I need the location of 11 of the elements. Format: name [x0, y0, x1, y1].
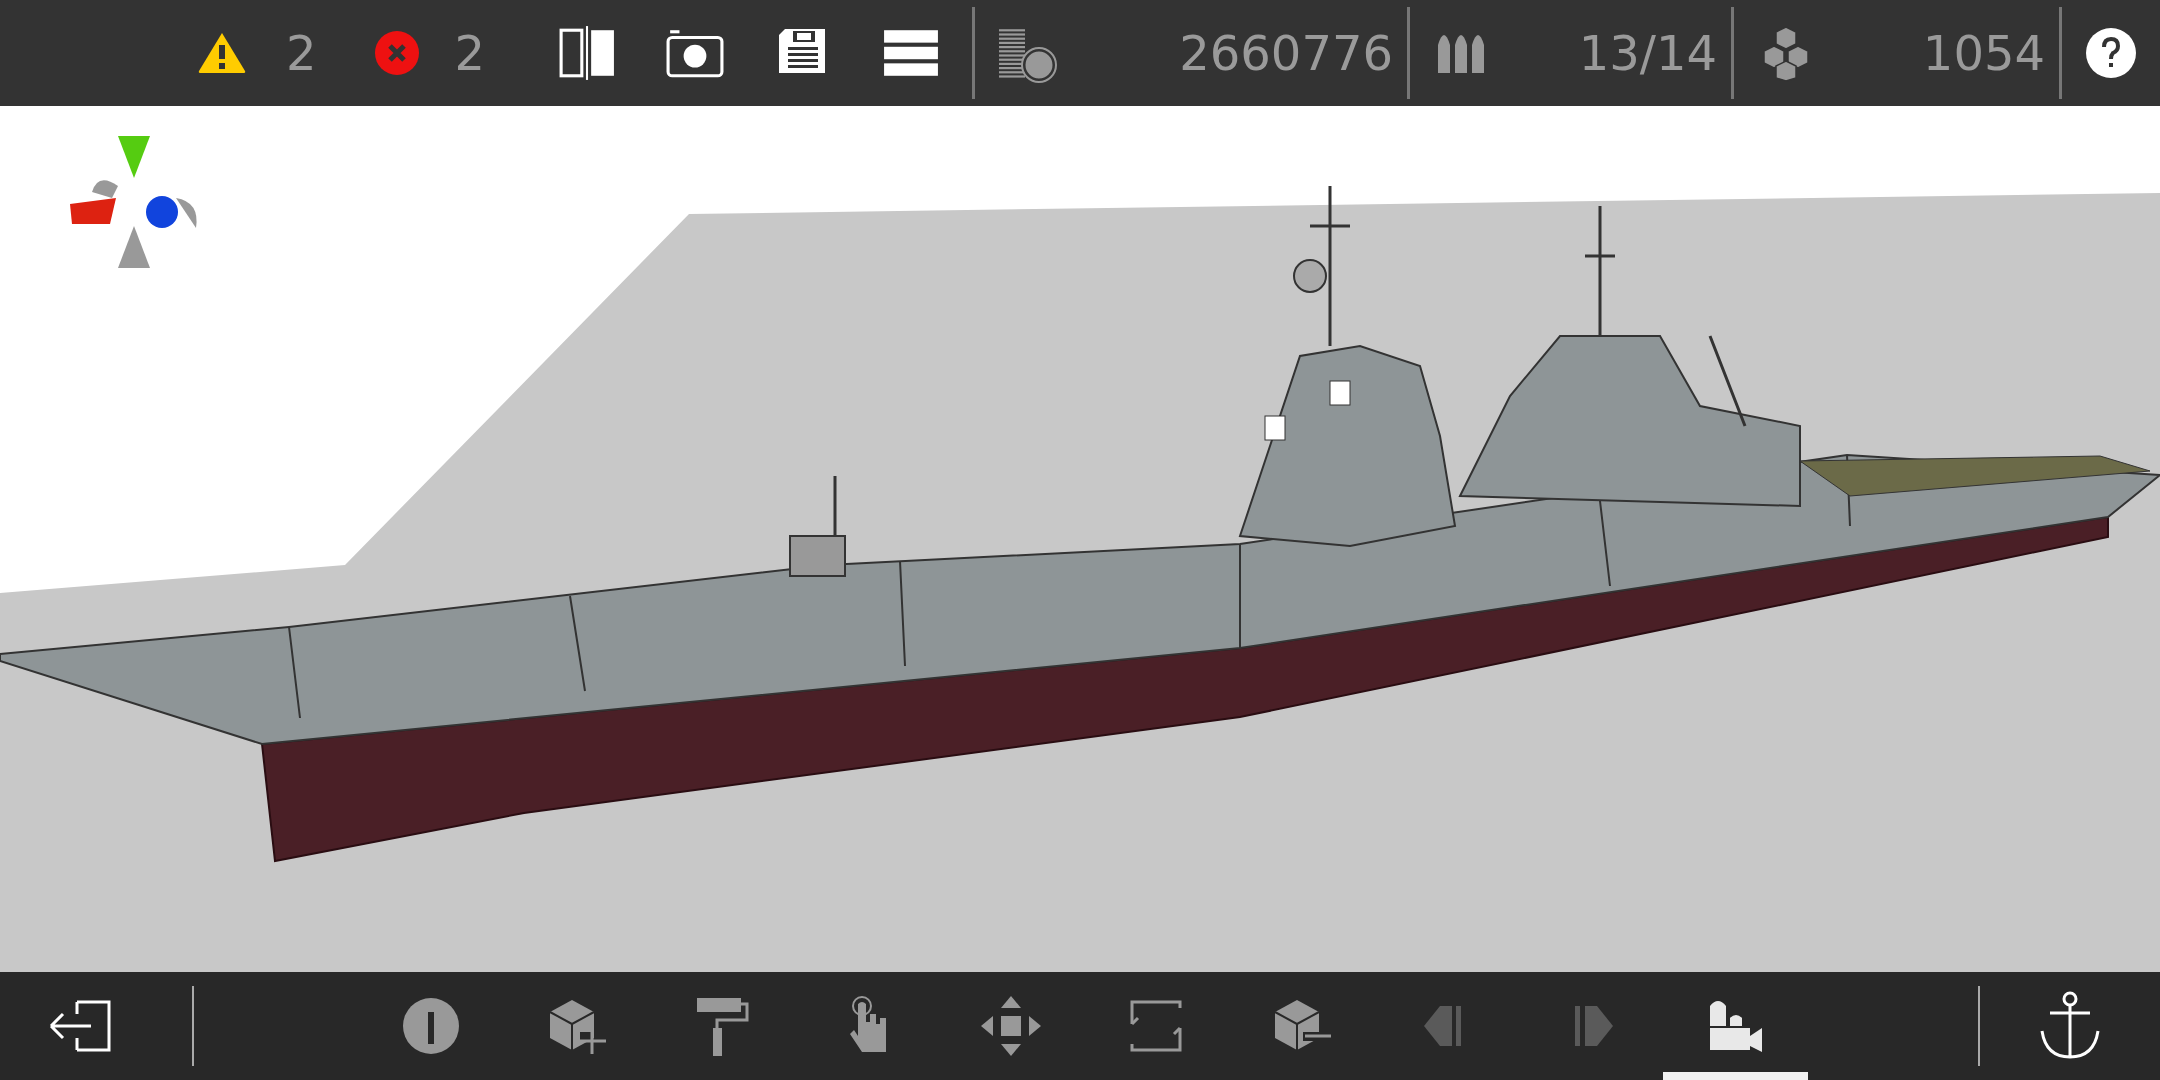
axis-gizmo-icon	[70, 136, 197, 268]
anchor-icon[interactable]	[2038, 991, 2102, 1061]
help-icon[interactable]	[2086, 28, 2136, 78]
stat-value: 13/14	[1578, 29, 1717, 77]
warning-count: 2	[286, 29, 317, 77]
warning-icon	[196, 31, 248, 75]
stat-value: 2660776	[1179, 29, 1393, 77]
stat-value: 1054	[1922, 29, 2045, 77]
error-count: 2	[454, 29, 486, 77]
error-icon	[374, 31, 419, 75]
exit-icon[interactable]	[49, 1000, 111, 1052]
